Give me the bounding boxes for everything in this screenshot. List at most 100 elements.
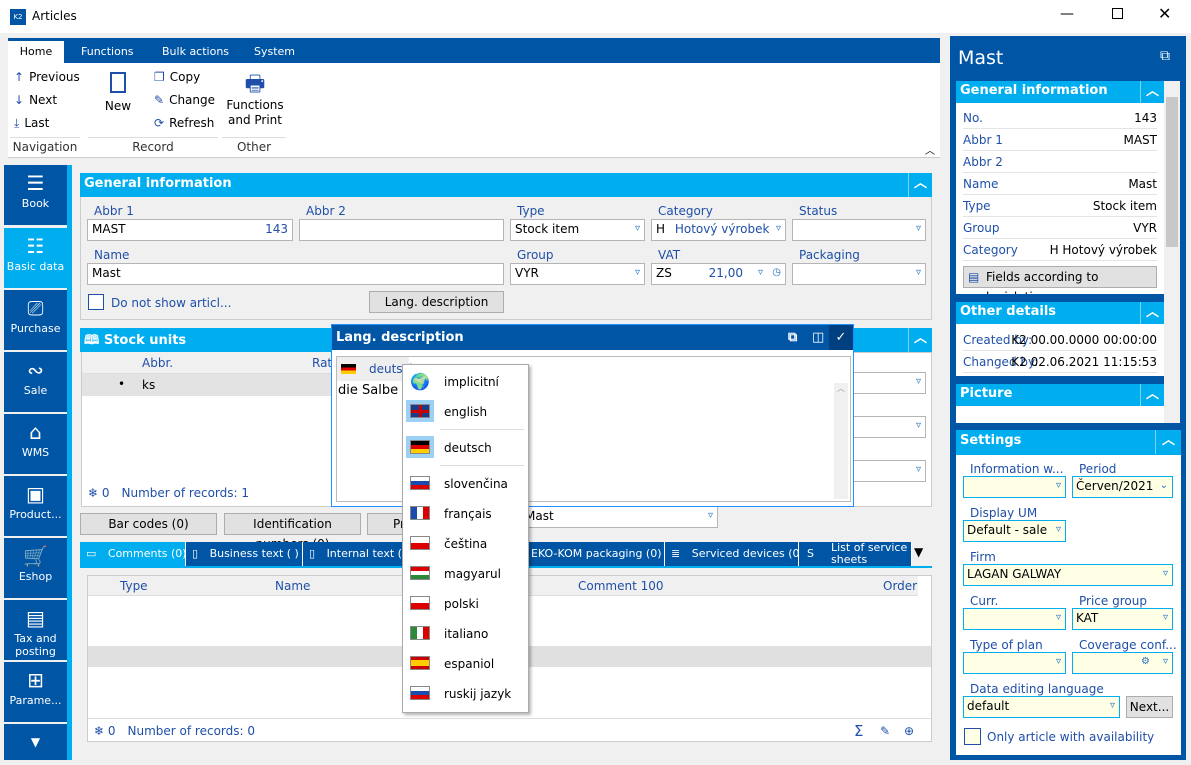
sidebar-item-tax[interactable]: ▤ Tax and posting — [4, 600, 67, 660]
lang-description-button[interactable]: Lang. description — [369, 291, 504, 313]
popout-icon[interactable]: ⧉ — [788, 325, 797, 350]
change-button[interactable]: ✎ Change — [154, 93, 215, 107]
um-select[interactable]: Default - sale ▿ — [963, 520, 1066, 542]
column-comment[interactable]: Comment 100 — [578, 579, 664, 593]
filter-icon[interactable]: ❄ — [88, 486, 98, 500]
edit-icon[interactable]: ✎ — [880, 719, 890, 743]
tab-business-text[interactable]: ▯ Business text ( ) — [186, 542, 303, 566]
language-option[interactable]: espaniol — [402, 649, 529, 679]
previous-button[interactable]: ↑ Previous — [14, 70, 80, 84]
dock-icon[interactable]: ◫ — [812, 325, 824, 350]
next-button[interactable]: ↓ Next — [14, 93, 57, 107]
language-option[interactable]: english — [402, 397, 529, 427]
stock-select-2[interactable]: ▿ — [852, 416, 926, 438]
sidebar-scroll-down[interactable]: ▼ — [4, 724, 67, 760]
sidebar-item-book[interactable]: ☰ Book — [4, 165, 67, 225]
curr-select[interactable]: ▿ — [963, 608, 1066, 630]
description-textarea[interactable]: die Salbe — [338, 383, 398, 398]
mast-select[interactable]: Mast ▿ — [520, 506, 718, 528]
plan-select[interactable]: ▿ — [963, 652, 1066, 674]
column-abbr[interactable]: Abbr. — [142, 356, 173, 370]
column-order[interactable]: Order — [883, 579, 917, 593]
collapse-icon[interactable]: ︿ — [1140, 384, 1164, 406]
fields-legislation-button[interactable]: ▤Fields according to legislation ... — [963, 266, 1157, 304]
close-button[interactable]: ✕ — [1158, 4, 1171, 23]
tab-home[interactable]: Home — [8, 41, 64, 63]
tab-system[interactable]: System — [254, 45, 295, 58]
availability-checkbox[interactable] — [964, 728, 981, 745]
price-group-select[interactable]: KAT ▿ — [1072, 608, 1173, 630]
stock-select-3[interactable]: ▿ — [852, 460, 926, 482]
copy-button[interactable]: ❐ Copy — [154, 70, 200, 84]
tab-functions[interactable]: Functions — [81, 45, 134, 58]
tab-bulk-actions[interactable]: Bulk actions — [162, 45, 229, 58]
last-button[interactable]: ⤓ Last — [14, 116, 49, 131]
language-option[interactable]: deutsch — [402, 433, 529, 463]
maximize-button[interactable] — [1112, 8, 1123, 19]
functions-print-button[interactable]: 🖶 Functions and Print — [226, 72, 284, 128]
column-type[interactable]: Type — [120, 579, 148, 593]
coverage-select[interactable]: ⚙ ▿ — [1072, 652, 1173, 674]
tab-internal-text[interactable]: ▯ Internal text ( — [303, 542, 403, 566]
right-scrollbar[interactable] — [1164, 81, 1180, 423]
gear-icon[interactable]: ⚙ — [1141, 656, 1150, 667]
scroll-thumb[interactable] — [1166, 97, 1178, 247]
abbr2-input[interactable] — [299, 219, 504, 241]
language-option[interactable]: ruskij jazyk — [402, 679, 529, 709]
clock-icon[interactable]: ◷ — [772, 267, 781, 278]
vat-select[interactable]: ZS 21,00 ▿ ◷ — [651, 263, 786, 285]
refresh-button[interactable]: ⟳ Refresh — [154, 116, 214, 130]
sum-icon[interactable]: Σ — [854, 719, 863, 743]
language-option[interactable]: français — [402, 499, 529, 529]
collapse-icon[interactable]: ︿ — [1140, 81, 1164, 103]
next-button[interactable]: Next... — [1126, 696, 1173, 718]
firm-select[interactable]: LAGAN GALWAY ▿ — [963, 564, 1173, 586]
language-option[interactable]: 🌍 implicitní — [402, 367, 529, 397]
more-tabs-icon[interactable]: ▼ — [914, 545, 923, 559]
identification-numbers-button[interactable]: Identification numbers (0) — [224, 513, 361, 551]
language-option[interactable]: slovenčina — [402, 469, 529, 499]
sidebar-item-eshop[interactable]: 🛒 Eshop — [4, 538, 67, 598]
sidebar-item-sale[interactable]: ∾ Sale — [4, 352, 67, 412]
stock-select-1[interactable]: ▿ — [852, 372, 926, 394]
packaging-select[interactable]: ▿ — [792, 263, 926, 285]
group-select[interactable]: VYR ▿ — [510, 263, 645, 285]
language-option[interactable]: magyarul — [402, 559, 529, 589]
status-select[interactable]: ▿ — [792, 219, 926, 241]
abbr1-input[interactable]: MAST 143 — [87, 219, 293, 241]
info-select[interactable]: ▿ — [963, 476, 1066, 498]
do-not-show-checkbox[interactable] — [88, 294, 104, 310]
collapse-icon[interactable]: ︿ — [1155, 430, 1181, 454]
period-select[interactable]: Červen/2021 ⌄ — [1072, 476, 1173, 498]
bar-codes-button[interactable]: Bar codes (0) — [80, 513, 217, 535]
column-name[interactable]: Name — [275, 579, 310, 593]
new-button[interactable]: New — [100, 72, 136, 113]
tab-serviced-devices[interactable]: ≣ Serviced devices (0) — [665, 542, 799, 566]
confirm-icon[interactable]: ✓ — [829, 325, 853, 350]
add-record-icon[interactable]: ⊕ — [904, 719, 914, 743]
textarea-scrollbar[interactable]: ︿ — [834, 383, 848, 499]
filter-icon[interactable]: ❄ — [94, 724, 104, 738]
collapse-icon[interactable]: ︿ — [908, 328, 932, 352]
popout-icon[interactable]: ⧉ — [1160, 48, 1170, 64]
collapse-ribbon-icon[interactable]: ︿ — [925, 142, 935, 157]
editing-language-select[interactable]: default ▿ — [963, 696, 1120, 718]
language-option[interactable]: polski — [402, 589, 529, 619]
type-select[interactable]: Stock item ▿ — [510, 219, 645, 241]
minimize-button[interactable]: — — [1060, 6, 1074, 22]
language-selector[interactable]: deutsch — [337, 357, 417, 381]
sidebar-item-parameters[interactable]: ⊞ Parame... — [4, 662, 67, 722]
column-rate[interactable]: Rat — [312, 356, 332, 370]
sidebar-item-purchase[interactable]: ⎚ Purchase — [4, 290, 67, 350]
collapse-icon[interactable]: ︿ — [908, 173, 932, 197]
sidebar-item-basic-data[interactable]: ☷ Basic data — [4, 228, 67, 288]
language-option[interactable]: čeština — [402, 529, 529, 559]
language-option[interactable]: italiano — [402, 619, 529, 649]
sidebar-item-production[interactable]: ▣ Product... — [4, 476, 67, 536]
tab-service-sheets[interactable]: S List of service sheets — [799, 542, 912, 566]
tab-comments[interactable]: ▭ Comments (0) — [80, 542, 186, 566]
collapse-icon[interactable]: ︿ — [1140, 302, 1164, 324]
table-row[interactable]: • ks — [82, 374, 332, 396]
category-select[interactable]: H Hotový výrobek ▿ — [651, 219, 786, 241]
sidebar-item-wms[interactable]: ⌂ WMS — [4, 414, 67, 474]
